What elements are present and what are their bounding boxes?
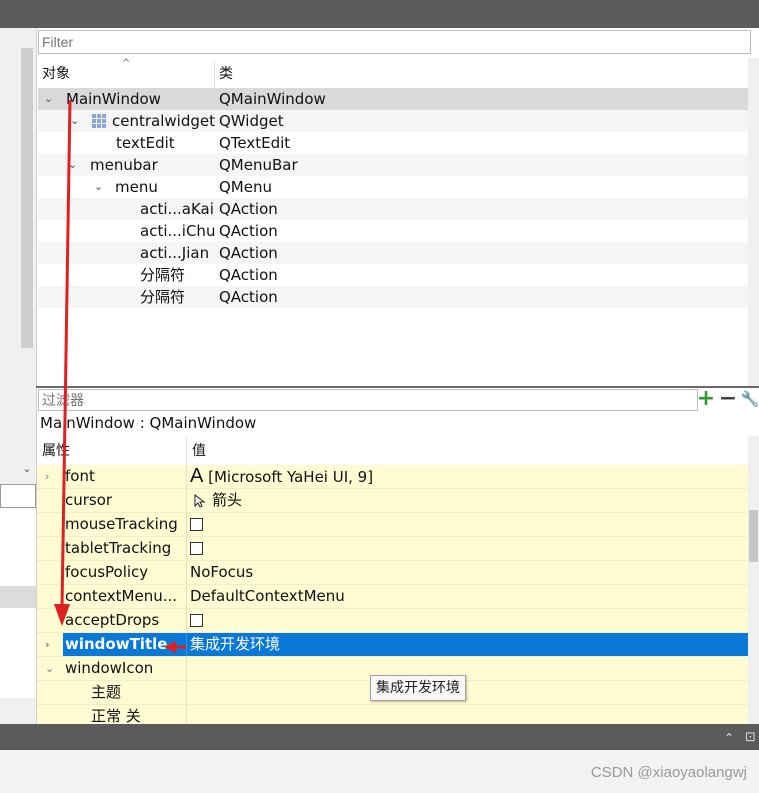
property-value[interactable]: NoFocus [190, 561, 253, 584]
tree-object-name: acti...iChu [140, 222, 216, 240]
tree-row-action[interactable]: acti...iChu QAction [38, 220, 748, 242]
property-table-header: 属性 值 [37, 436, 748, 464]
tree-object-name: 分隔符 [140, 266, 186, 284]
property-name: cursor [65, 491, 113, 509]
bottom-dock-bar [0, 724, 759, 750]
property-table-scrollbar-thumb[interactable] [749, 510, 758, 562]
property-row-focuspolicy[interactable]: focusPolicy NoFocus [37, 561, 748, 585]
property-row-contextmenu[interactable]: contextMenu... DefaultContextMenu [37, 585, 748, 609]
property-name: font [65, 467, 95, 485]
tree-object-name: menubar [90, 156, 158, 174]
tablettracking-checkbox[interactable] [190, 542, 203, 555]
collapse-up-icon[interactable]: ⌃ [724, 731, 734, 745]
value-header-label[interactable]: 值 [192, 436, 206, 466]
tree-object-name: acti...aKai [140, 200, 214, 218]
property-editor-class-label: MainWindow : QMainWindow [40, 414, 257, 432]
tree-object-name: acti...Jian [140, 244, 210, 262]
tree-row-mainwindow[interactable]: ⌄ MainWindow QMainWindow [38, 88, 748, 110]
tree-class-name: QMenuBar [219, 156, 298, 174]
property-row-mousetracking[interactable]: mouseTracking [37, 513, 748, 537]
cursor-value-text: 箭头 [212, 491, 243, 509]
tree-class-name: QAction [219, 266, 278, 284]
chevron-down-icon[interactable]: ⌄ [44, 88, 53, 110]
chevron-down-icon[interactable]: ⌄ [68, 154, 77, 176]
tree-row-action[interactable]: acti...Jian QAction [38, 242, 748, 264]
property-name: acceptDrops [65, 611, 160, 629]
object-header-label: 对象 [42, 66, 70, 82]
tree-object-name: centralwidget [112, 112, 215, 130]
tree-object-name: textEdit [116, 134, 175, 152]
chevron-down-icon[interactable]: ⌄ [70, 110, 79, 132]
left-list-selected-item[interactable] [0, 586, 36, 608]
tree-class-name: QWidget [219, 112, 284, 130]
tree-row-textedit[interactable]: textEdit QTextEdit [38, 132, 748, 154]
property-table-scrollbar[interactable] [748, 436, 759, 724]
object-filter-input[interactable] [38, 30, 751, 54]
property-value[interactable]: DefaultContextMenu [190, 585, 345, 608]
left-list-area-lower [0, 608, 36, 698]
font-A-icon: A [190, 465, 204, 487]
tree-class-name: QAction [219, 222, 278, 240]
property-row-windowtitle[interactable]: › windowTitle 集成开发环境 [37, 633, 748, 657]
tree-class-name: QAction [219, 200, 278, 218]
property-name: windowTitle [65, 635, 168, 653]
property-row-cursor[interactable]: cursor 箭头 [37, 489, 748, 513]
class-column-header[interactable]: 类 [219, 58, 739, 88]
property-filter-input[interactable] [38, 389, 698, 411]
property-row-acceptdrops[interactable]: acceptDrops [37, 609, 748, 633]
windowtitle-tooltip: 集成开发环境 [370, 675, 466, 701]
left-list-area [0, 508, 36, 586]
tree-class-name: QAction [219, 244, 278, 262]
top-title-bar [0, 0, 759, 28]
sort-ascending-icon: ^ [122, 58, 131, 69]
object-column-header[interactable]: ^ 对象 [38, 58, 214, 88]
chevron-right-icon[interactable]: › [45, 465, 49, 488]
font-value-text: [Microsoft YaHei UI, 9] [208, 468, 374, 486]
panel-splitter[interactable] [36, 386, 759, 388]
tree-class-name: QMainWindow [219, 90, 326, 108]
tree-object-name: menu [115, 178, 158, 196]
chevron-right-icon[interactable]: › [45, 633, 50, 656]
property-name: 主题 [91, 683, 122, 701]
property-row-font[interactable]: › font A [Microsoft YaHei UI, 9] [37, 465, 748, 489]
property-value[interactable]: A [Microsoft YaHei UI, 9] [190, 465, 373, 489]
tree-row-menubar[interactable]: ⌄ menubar QMenuBar [38, 154, 748, 176]
property-value[interactable]: 箭头 [190, 489, 242, 512]
tree-class-name: QMenu [219, 178, 272, 196]
property-row-tablettracking[interactable]: tabletTracking [37, 537, 748, 561]
left-input-box[interactable] [0, 484, 36, 508]
property-name: focusPolicy [65, 563, 149, 581]
tree-row-action[interactable]: acti...aKai QAction [38, 198, 748, 220]
property-name: windowIcon [65, 659, 154, 677]
add-property-button[interactable]: + [696, 388, 716, 410]
tree-class-name: QTextEdit [219, 134, 291, 152]
property-name: tabletTracking [65, 539, 172, 557]
tree-row-centralwidget[interactable]: ⌄ centralwidget QWidget [38, 110, 748, 132]
scroll-down-icon[interactable]: ⌄ [20, 462, 34, 478]
window-restore-icon[interactable]: ⊡ [745, 730, 756, 745]
tree-object-name: MainWindow [66, 90, 161, 108]
tree-object-name: 分隔符 [140, 288, 186, 306]
watermark-text: CSDN @xiaoyaolangwj [590, 764, 747, 781]
tree-row-separator[interactable]: 分隔符 QAction [38, 264, 748, 286]
chevron-down-icon[interactable]: ⌄ [94, 176, 103, 198]
tree-row-menu[interactable]: ⌄ menu QMenu [38, 176, 748, 198]
object-tree-scrollbar[interactable] [748, 58, 759, 386]
arrow-cursor-icon [194, 493, 206, 508]
tree-row-separator[interactable]: 分隔符 QAction [38, 286, 748, 308]
property-name: contextMenu... [65, 587, 178, 605]
acceptdrops-checkbox[interactable] [190, 614, 203, 627]
object-tree: ^ 对象 类 ⌄ MainWindow QMainWindow ⌄ centra… [38, 58, 748, 386]
class-header-label: 类 [219, 66, 233, 82]
configure-wrench-icon[interactable]: 🔧 [740, 388, 759, 410]
tree-class-name: QAction [219, 288, 278, 306]
mousetracking-checkbox[interactable] [190, 518, 203, 531]
windowtitle-value[interactable]: 集成开发环境 [190, 633, 280, 656]
grid-layout-icon [92, 114, 106, 128]
chevron-down-icon[interactable]: ⌄ [45, 657, 54, 680]
property-header-label[interactable]: 属性 [42, 436, 70, 466]
left-scrollbar-thumb[interactable] [21, 48, 33, 348]
remove-property-button[interactable]: − [718, 388, 738, 410]
property-name: mouseTracking [65, 515, 178, 533]
